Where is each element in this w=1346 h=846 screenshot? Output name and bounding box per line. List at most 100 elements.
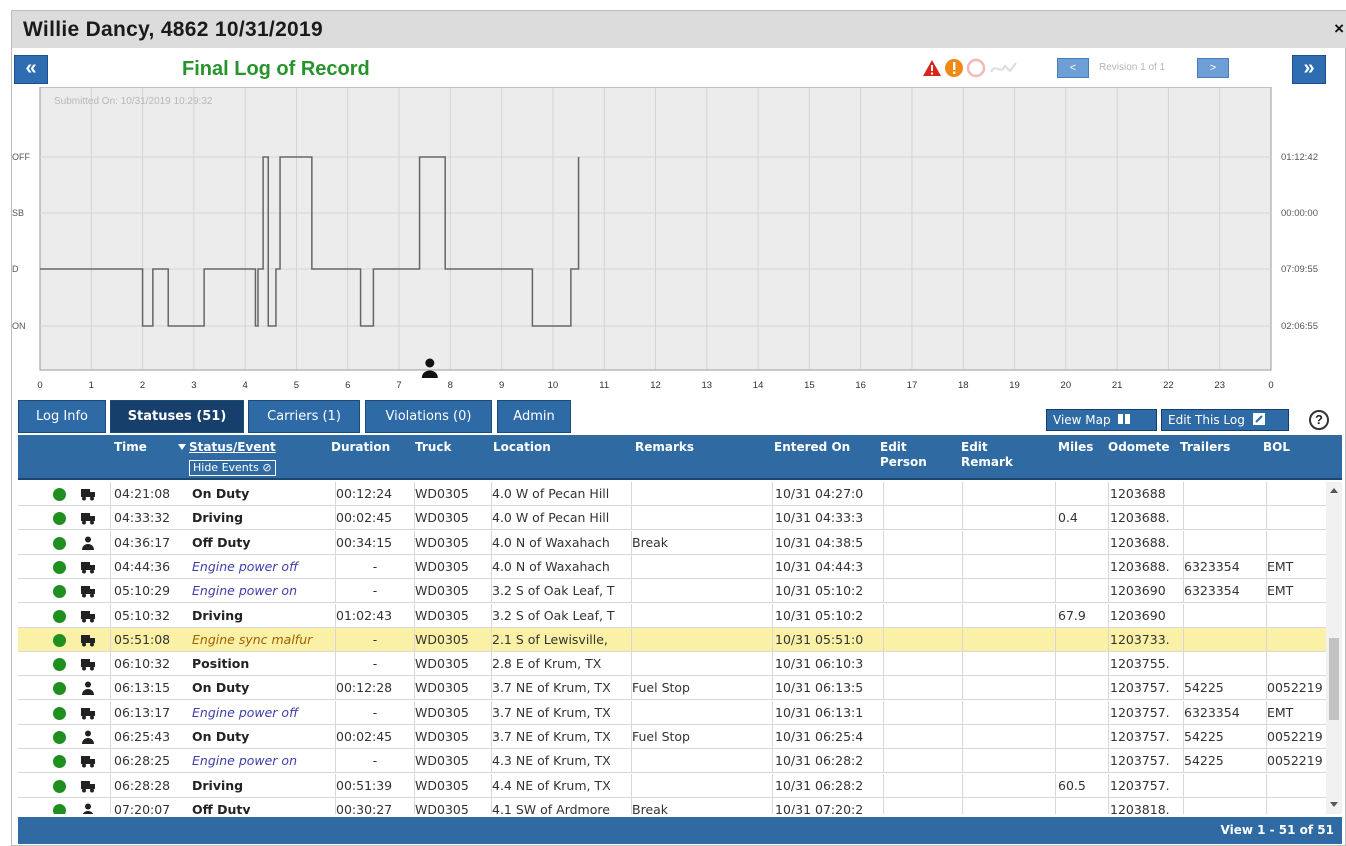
- cell-truck: WD0305: [415, 631, 469, 647]
- cell-bol: [1267, 506, 1326, 530]
- next-revision-button[interactable]: >: [1197, 58, 1229, 78]
- col-remarks[interactable]: Remarks: [635, 440, 694, 455]
- cell-duration: 00:12:24: [336, 486, 393, 501]
- table-row[interactable]: 06:28:28 Driving 00:51:39 WD0305 4.4 NE of K…: [18, 773, 1326, 798]
- column-divider: [962, 554, 963, 579]
- cell-trailers: 6323354: [1184, 583, 1240, 599]
- column-divider: [1108, 676, 1109, 701]
- col-time[interactable]: Time: [114, 440, 147, 455]
- column-divider: [1108, 627, 1109, 652]
- tab-admin[interactable]: Admin: [497, 400, 571, 433]
- cell-entered: 10/31 06:13:5: [775, 680, 864, 696]
- col-edit-person[interactable]: Edit Person: [880, 440, 940, 470]
- cell-location: 4.0 N of Waxahach: [492, 558, 610, 574]
- scroll-up-icon[interactable]: [1330, 488, 1338, 493]
- table-row[interactable]: 05:10:29 Engine power on - WD0305 3.2 S of O…: [18, 579, 1326, 604]
- col-location[interactable]: Location: [493, 440, 551, 455]
- col-edit-remark[interactable]: Edit Remark: [961, 440, 1021, 470]
- col-duration[interactable]: Duration: [331, 440, 390, 455]
- column-divider: [1108, 652, 1109, 677]
- previous-day-button[interactable]: «: [14, 55, 48, 84]
- hour-label: 2: [140, 380, 145, 391]
- violation-warning-icon[interactable]: [922, 58, 942, 78]
- col-miles[interactable]: Miles: [1058, 440, 1093, 455]
- sort-down-icon[interactable]: [178, 444, 186, 450]
- grid-scrollbar[interactable]: [1326, 482, 1342, 814]
- column-divider: [883, 603, 884, 628]
- cell-duration: -: [372, 558, 378, 574]
- cell-remarks: [632, 579, 772, 603]
- cell-location: 2.8 E of Krum, TX: [492, 656, 602, 672]
- cell-location: 3.7 NE of Krum, TX: [492, 704, 611, 720]
- table-row[interactable]: 04:21:08 On Duty 00:12:24 WD0305 4.0 W of Pe…: [18, 482, 1326, 506]
- cell-time: 06:10:32: [114, 656, 171, 672]
- cell-bol: [1267, 604, 1326, 628]
- status-labels: OFF SB D ON: [12, 152, 30, 331]
- table-row[interactable]: 06:13:17 Engine power off - WD0305 3.7 NE of…: [18, 700, 1326, 725]
- cell-remarks: [632, 604, 772, 628]
- scroll-thumb[interactable]: [1329, 638, 1339, 720]
- truck-icon: [81, 561, 95, 574]
- hour-label: 0: [37, 380, 42, 391]
- col-status[interactable]: Status/Event: [189, 440, 276, 455]
- col-odometer[interactable]: Odomete: [1108, 440, 1170, 455]
- cell-time: 05:51:08: [114, 631, 171, 647]
- signature-icon[interactable]: [988, 58, 1018, 78]
- column-divider: [962, 652, 963, 677]
- status-dot-icon: [53, 633, 66, 647]
- column-divider: [1055, 482, 1056, 506]
- person-icon: [82, 730, 94, 744]
- table-row[interactable]: 04:44:36 Engine power off - WD0305 4.0 N of …: [18, 554, 1326, 579]
- cell-odometer: 1203757.: [1110, 704, 1170, 720]
- cell-duration: 00:34:15: [336, 534, 393, 550]
- cell-remarks: Fuel Stop: [632, 680, 690, 696]
- table-row[interactable]: 04:33:32 Driving 00:02:45 WD0305 4.0 W of Pe…: [18, 506, 1326, 531]
- col-entered-on[interactable]: Entered On: [774, 440, 850, 455]
- tab-carriers[interactable]: Carriers (1): [248, 400, 360, 433]
- cell-truck: WD0305: [415, 729, 469, 744]
- column-divider: [110, 700, 111, 725]
- table-row[interactable]: 07:20:07 Off Duty 00:30:27 WD0305 4.1 SW of …: [18, 797, 1326, 814]
- certify-icon[interactable]: [966, 58, 986, 78]
- cell-trailers: [1184, 628, 1264, 652]
- exclamation-icon[interactable]: [944, 58, 964, 78]
- next-day-button[interactable]: »: [1292, 55, 1326, 84]
- status-grid: 04:21:08 On Duty 00:12:24 WD0305 4.0 W of Pe…: [18, 482, 1326, 814]
- previous-revision-button[interactable]: <: [1057, 58, 1089, 78]
- hide-events-button[interactable]: Hide Events ⊘: [189, 460, 276, 476]
- table-row[interactable]: 06:13:15 On Duty 00:12:28 WD0305 3.7 NE of K…: [18, 676, 1326, 701]
- column-divider: [883, 749, 884, 774]
- status-dot-icon: [53, 658, 66, 672]
- cell-time: 04:21:08: [114, 486, 171, 501]
- view-map-button[interactable]: View Map: [1046, 409, 1157, 431]
- col-bol[interactable]: BOL: [1263, 440, 1290, 455]
- table-row[interactable]: 06:25:43 On Duty 00:02:45 WD0305 3.7 NE of K…: [18, 725, 1326, 749]
- column-divider: [110, 773, 111, 798]
- help-icon[interactable]: ?: [1309, 410, 1329, 430]
- table-row[interactable]: 05:10:32 Driving 01:02:43 WD0305 3.2 S of Oa…: [18, 603, 1326, 628]
- tab-log-info[interactable]: Log Info: [18, 400, 106, 433]
- truck-icon: [81, 780, 95, 793]
- tab-statuses[interactable]: Statuses (51): [110, 400, 244, 433]
- cell-trailers: [1184, 798, 1264, 814]
- col-trailers[interactable]: Trailers: [1180, 440, 1230, 455]
- table-row[interactable]: 06:10:32 Position - WD0305 2.8 E of Krum, TX…: [18, 652, 1326, 677]
- scroll-down-icon[interactable]: [1330, 802, 1338, 807]
- cell-entered: 10/31 06:28:2: [775, 753, 864, 769]
- status-dot-icon: [53, 512, 66, 526]
- status-total: 07:09:55: [1281, 264, 1318, 275]
- column-divider: [962, 603, 963, 628]
- column-divider: [1108, 773, 1109, 798]
- truck-icon: [81, 707, 95, 720]
- tab-violations[interactable]: Violations (0): [365, 400, 492, 433]
- cell-odometer: 1203688.: [1110, 558, 1170, 574]
- table-row[interactable]: 04:36:17 Off Duty 00:34:15 WD0305 4.0 N of W…: [18, 530, 1326, 555]
- status-dot-icon: [53, 585, 66, 599]
- col-truck[interactable]: Truck: [415, 440, 451, 455]
- hour-label: 17: [907, 380, 918, 391]
- close-icon[interactable]: ×: [1334, 19, 1344, 39]
- table-row[interactable]: 06:28:25 Engine power on - WD0305 4.3 NE of …: [18, 749, 1326, 774]
- edit-log-button[interactable]: Edit This Log: [1161, 409, 1289, 431]
- table-row[interactable]: 05:51:08 Engine sync malfur - WD0305 2.1 S o…: [18, 627, 1326, 652]
- column-divider: [1108, 749, 1109, 774]
